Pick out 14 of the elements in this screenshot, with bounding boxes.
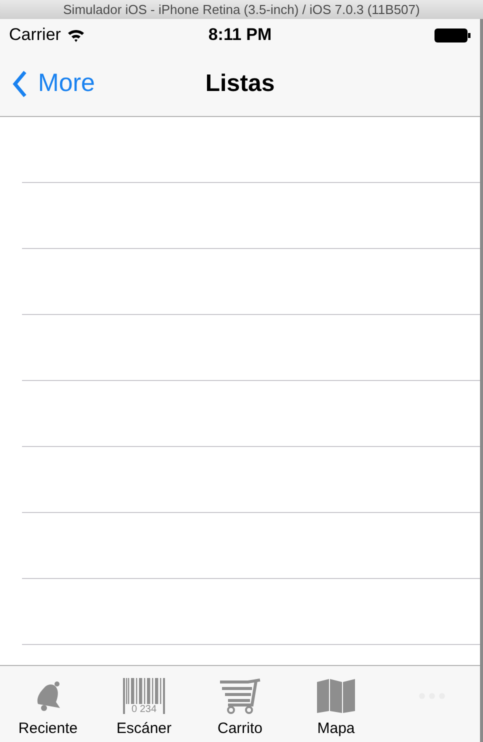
status-time: 8:11 PM (208, 24, 272, 46)
tab-item[interactable]: Carrito (192, 666, 288, 742)
map-icon (316, 678, 356, 714)
tab-item[interactable]: 0 234 Escáner (96, 666, 192, 742)
window-title: Simulador iOS - iPhone Retina (3.5-inch) / iOS 7.0.3 (11B507) (0, 0, 483, 19)
tab-item[interactable]: Mapa (288, 666, 384, 742)
carrier-label: Carrier (9, 24, 61, 46)
nav-title: Listas (205, 68, 275, 98)
chevron-icon (12, 70, 28, 98)
wifi-icon (66, 28, 85, 42)
cart-icon (218, 678, 262, 714)
battery-icon (434, 28, 471, 42)
back-button[interactable]: More (0, 64, 95, 102)
tab-item[interactable]: Reciente (0, 666, 96, 742)
